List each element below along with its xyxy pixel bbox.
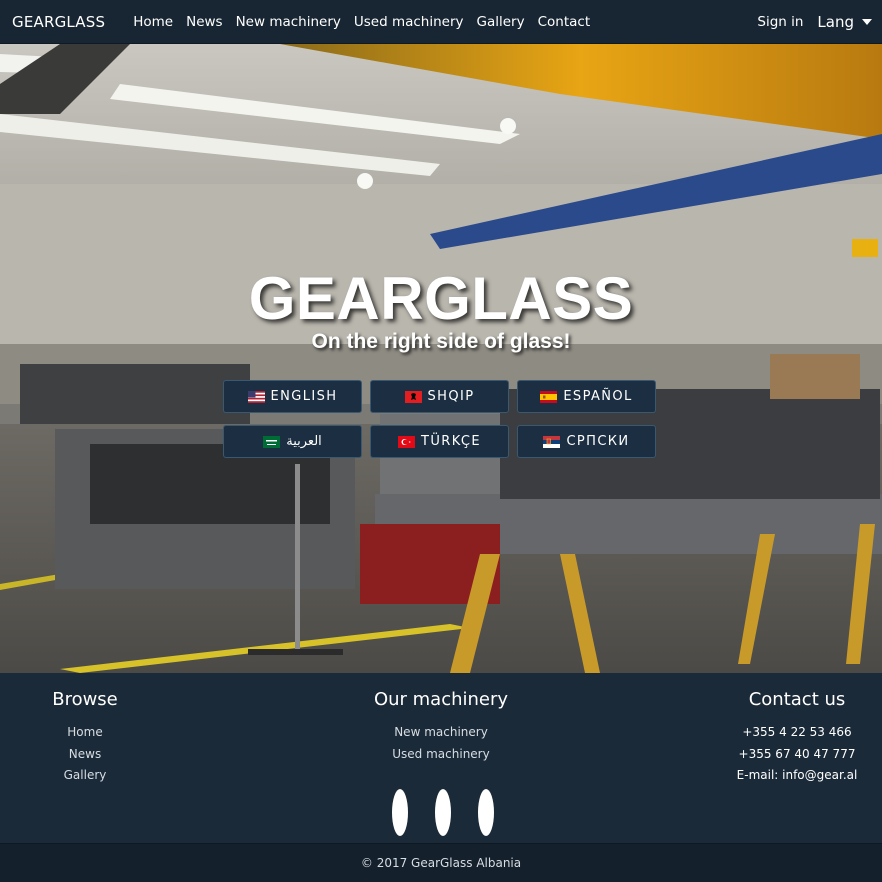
albania-flag-icon	[404, 390, 422, 403]
nav-used-machinery-link[interactable]: Used machinery	[354, 14, 464, 30]
social-icon-placeholder[interactable]	[435, 789, 451, 836]
footer-machinery-heading: Our machinery	[373, 689, 509, 710]
factory-background-image	[0, 44, 882, 673]
sign-in-link[interactable]: Sign in	[757, 14, 803, 30]
brand-logo-link[interactable]: GEARGLASS	[12, 13, 105, 31]
nav-new-machinery-link[interactable]: New machinery	[236, 14, 341, 30]
nav-contact-link[interactable]: Contact	[538, 14, 591, 30]
footer-browse-heading: Browse	[52, 689, 118, 710]
language-button-label: СРПСКИ	[566, 434, 630, 449]
spain-flag-icon	[540, 390, 558, 403]
footer-contact-column: Contact us +355 4 22 53 466 +355 67 40 4…	[736, 689, 858, 787]
site-footer: Browse Home News Gallery Our machinery N…	[0, 673, 882, 843]
footer-contact-heading: Contact us	[748, 689, 846, 710]
turkey-flag-icon	[398, 435, 415, 448]
saudi-flag-icon	[263, 435, 281, 448]
footer-new-machinery-link[interactable]: New machinery	[360, 722, 522, 744]
copyright-bar: © 2017 GearGlass Albania	[0, 843, 882, 882]
language-button-espanol[interactable]: ESPAÑOL	[517, 380, 656, 413]
footer-home-link[interactable]: Home	[40, 722, 130, 744]
language-button-label: ESPAÑOL	[563, 389, 633, 404]
social-icon-placeholder[interactable]	[392, 789, 408, 836]
contact-phone-1: +355 4 22 53 466	[742, 725, 852, 739]
language-selector-grid: ENGLISH SHQIP ESPAÑOL العربية TÜRKÇE СРП…	[223, 380, 657, 458]
nav-news-link[interactable]: News	[186, 14, 222, 30]
footer-browse-column: Browse Home News Gallery	[40, 689, 130, 787]
contact-phone-2: +355 67 40 47 777	[738, 746, 856, 761]
footer-used-machinery-link[interactable]: Used machinery	[360, 744, 522, 766]
caret-down-icon	[862, 18, 872, 25]
language-button-english[interactable]: ENGLISH	[223, 380, 362, 413]
language-button-label: العربية	[286, 434, 322, 449]
language-dropdown-label: Lang	[817, 12, 854, 31]
language-button-label: SHQIP	[427, 389, 475, 404]
hero-banner: GEARGLASS On the right side of glass! EN…	[0, 44, 882, 673]
language-button-srpski[interactable]: СРПСКИ	[517, 425, 656, 458]
language-button-shqip[interactable]: SHQIP	[370, 380, 509, 413]
nav-gallery-link[interactable]: Gallery	[477, 14, 525, 30]
main-nav: Home News New machinery Used machinery G…	[133, 14, 590, 30]
copyright-text: © 2017 GearGlass Albania	[360, 856, 522, 870]
footer-news-link[interactable]: News	[40, 744, 130, 766]
serbia-flag-icon	[543, 435, 561, 448]
nav-home-link[interactable]: Home	[133, 14, 173, 30]
language-button-label: TÜRKÇE	[421, 434, 481, 449]
nav-right-group: Sign in Lang	[757, 13, 872, 31]
hero-subtitle: On the right side of glass!	[311, 330, 571, 353]
language-button-arabic[interactable]: العربية	[223, 425, 362, 458]
us-flag-icon	[247, 390, 265, 403]
language-button-label: ENGLISH	[270, 389, 338, 404]
language-dropdown[interactable]: Lang	[817, 13, 872, 31]
social-icons-row	[392, 789, 494, 836]
hero-title: GEARGLASS	[248, 265, 634, 332]
language-button-turkce[interactable]: TÜRKÇE	[370, 425, 509, 458]
footer-machinery-column: Our machinery New machinery Used machine…	[360, 689, 522, 765]
social-icon-placeholder[interactable]	[478, 789, 494, 836]
footer-gallery-link[interactable]: Gallery	[40, 765, 130, 787]
top-navbar: GEARGLASS Home News New machinery Used m…	[0, 0, 882, 44]
contact-email: E-mail: info@gear.al	[736, 768, 858, 782]
